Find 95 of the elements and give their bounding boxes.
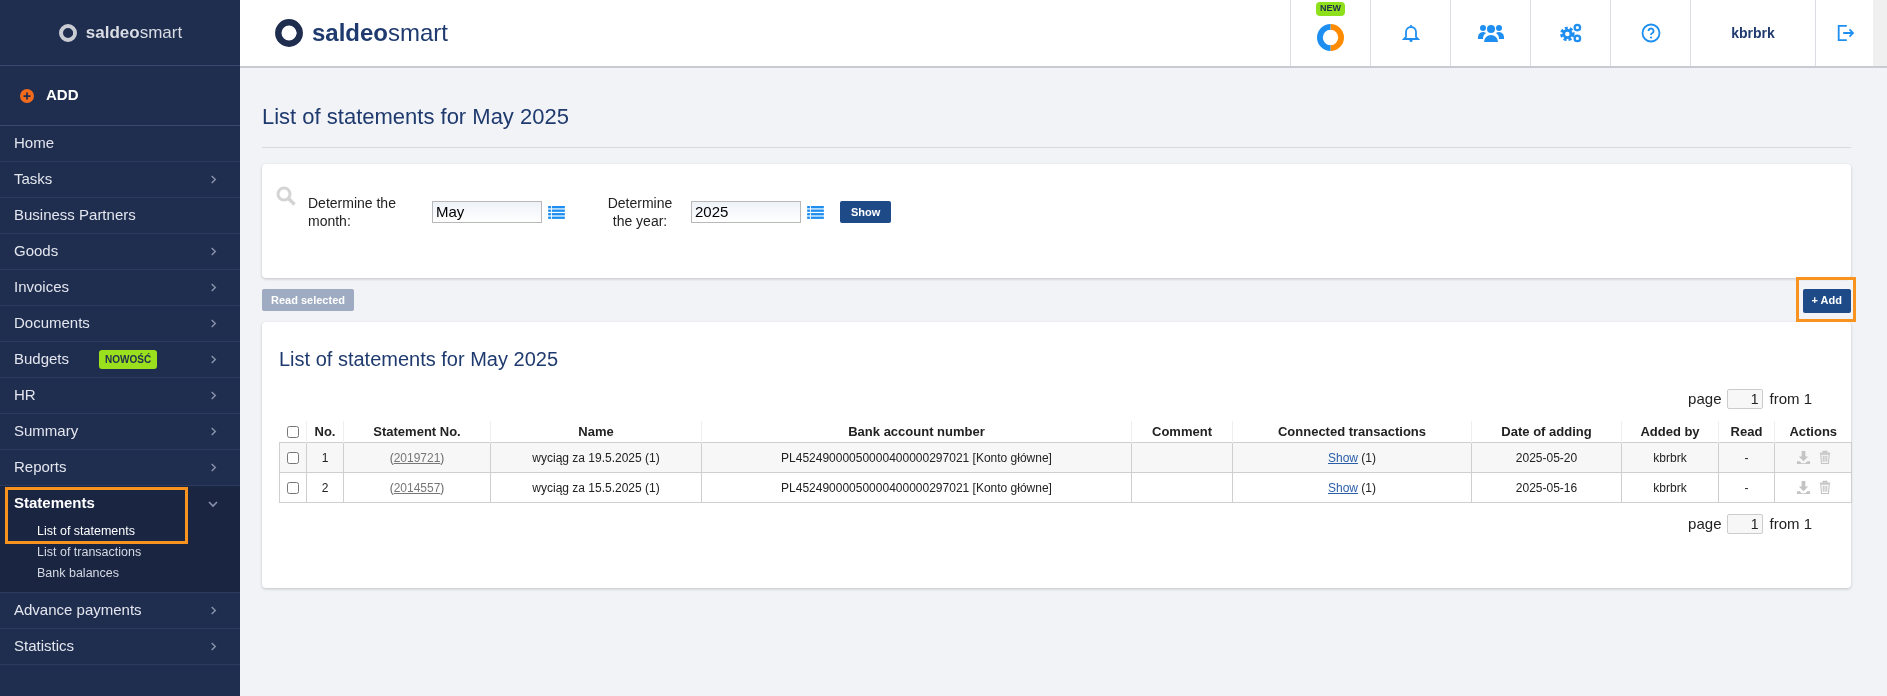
list-title: List of statements for May 2025	[279, 347, 560, 372]
table-cell: 2025-05-20	[1515, 450, 1578, 465]
sidebar-subitem[interactable]: List of transactions	[0, 542, 240, 563]
column-header: Connected transactions	[1232, 420, 1472, 443]
page-field[interactable]: 1	[1727, 389, 1764, 410]
chevron-right-icon	[209, 642, 218, 651]
show-button[interactable]: Show	[840, 201, 892, 223]
table-cell: -	[1744, 450, 1749, 465]
chevron-right-icon	[209, 391, 218, 400]
table-cell: (2014557)	[389, 480, 445, 495]
table-cell: PL45249000050000400000297021 [Konto główne]	[781, 480, 1052, 495]
select-all-checkbox[interactable]	[286, 426, 299, 439]
year-label: Determine the year:	[606, 194, 674, 230]
page-title: List of statements for May 2025	[262, 103, 569, 131]
table-cell: kbrbrk	[1653, 450, 1687, 465]
chevron-right-icon	[209, 319, 218, 328]
chevron-right-icon	[209, 355, 218, 364]
month-field[interactable]: May	[432, 201, 542, 223]
chevron-right-icon	[209, 283, 218, 292]
sidebar-item[interactable]: Goods	[14, 240, 59, 263]
bell-icon[interactable]	[1400, 23, 1421, 43]
search-icon	[276, 186, 296, 206]
table-cell: (2019721)	[389, 450, 445, 465]
trash-icon[interactable]	[1818, 480, 1831, 495]
column-header: No.	[306, 420, 344, 443]
pager-label: from 1	[1769, 514, 1812, 534]
logout-icon[interactable]	[1835, 23, 1854, 43]
add-link[interactable]: ADD	[46, 84, 79, 107]
table-cell: 1	[321, 450, 329, 465]
table-cell: -	[1744, 480, 1749, 495]
show-link[interactable]: Show	[1328, 450, 1358, 465]
username[interactable]: kbrbrk	[1731, 22, 1775, 44]
column-header: Read	[1718, 420, 1775, 443]
list-icon[interactable]	[548, 205, 565, 219]
sidebar-item[interactable]: HR	[14, 384, 36, 407]
chevron-right-icon	[209, 463, 218, 472]
column-header: Date of adding	[1471, 420, 1622, 443]
month-label: Determine the month:	[308, 194, 397, 230]
page-field[interactable]: 1	[1727, 514, 1764, 535]
logo-icon	[274, 18, 304, 48]
chevron-down-icon	[208, 498, 218, 509]
table-cell: 2025-05-16	[1515, 480, 1578, 495]
column-header: Actions	[1774, 420, 1852, 443]
sidebar-subitem[interactable]: List of statements	[0, 521, 240, 542]
chevron-right-icon	[209, 606, 218, 615]
users-icon[interactable]	[1477, 23, 1504, 43]
plus-icon[interactable]	[20, 88, 34, 103]
pager-label: page	[1688, 514, 1722, 534]
chevron-right-icon	[209, 175, 218, 184]
column-header: Name	[490, 420, 702, 443]
sidebar-item[interactable]: Reports	[14, 456, 67, 479]
table-cell: PL45249000050000400000297021 [Konto główne]	[781, 450, 1052, 465]
new-badge: NOWOŚĆ	[99, 350, 158, 369]
table-cell: Show (1)	[1328, 450, 1376, 465]
row-checkbox[interactable]	[287, 482, 299, 495]
statement-link[interactable]: 2019721	[393, 450, 441, 465]
pager-label: page	[1688, 389, 1722, 409]
chevron-right-icon	[209, 427, 218, 436]
help-icon[interactable]	[1640, 23, 1661, 43]
scrollbar[interactable]	[1873, 0, 1887, 66]
logo-text: saldeosmart	[312, 18, 449, 48]
row-checkbox[interactable]	[287, 452, 299, 465]
column-header: Bank account number	[701, 420, 1132, 443]
table-cell: wyciąg za 19.5.2025 (1)	[532, 450, 660, 465]
sidebar-item[interactable]: Statistics	[14, 635, 74, 658]
column-header: Comment	[1131, 420, 1233, 443]
table-cell: kbrbrk	[1653, 480, 1687, 495]
sidebar-item[interactable]: Budgets	[14, 348, 70, 371]
pager-label: from 1	[1769, 389, 1812, 409]
year-field[interactable]: 2025	[691, 201, 801, 223]
sidebar-item[interactable]: Documents	[14, 312, 90, 335]
sidebar-item[interactable]: Home	[14, 132, 54, 155]
sidebar-subitem[interactable]: Bank balances	[0, 563, 240, 584]
statement-link[interactable]: 2014557	[393, 480, 441, 495]
sidebar-item[interactable]: Statements	[14, 492, 95, 515]
new-badge: NEW	[1316, 2, 1345, 16]
table-cell: 2	[321, 480, 329, 495]
show-link[interactable]: Show	[1328, 480, 1358, 495]
table-cell: wyciąg za 15.5.2025 (1)	[532, 480, 660, 495]
ring-chart-icon[interactable]	[1317, 23, 1344, 51]
add-button[interactable]: + Add	[1802, 288, 1851, 313]
chevron-right-icon	[209, 247, 218, 256]
sidebar-item[interactable]: Tasks	[14, 168, 53, 191]
sidebar-item[interactable]: Business Partners	[14, 204, 136, 227]
download-icon[interactable]	[1795, 480, 1811, 495]
logo-icon	[57, 22, 78, 43]
list-icon[interactable]	[807, 205, 824, 219]
sidebar-item[interactable]: Summary	[14, 420, 79, 443]
logo-text: saldeosmart	[85, 21, 183, 44]
table-cell: Show (1)	[1328, 480, 1376, 495]
sidebar-item[interactable]: Advance payments	[14, 599, 142, 622]
column-header: Added by	[1621, 420, 1719, 443]
column-header: Statement No.	[343, 420, 491, 443]
sidebar-item[interactable]: Invoices	[14, 276, 70, 299]
settings-icon[interactable]	[1558, 23, 1583, 43]
